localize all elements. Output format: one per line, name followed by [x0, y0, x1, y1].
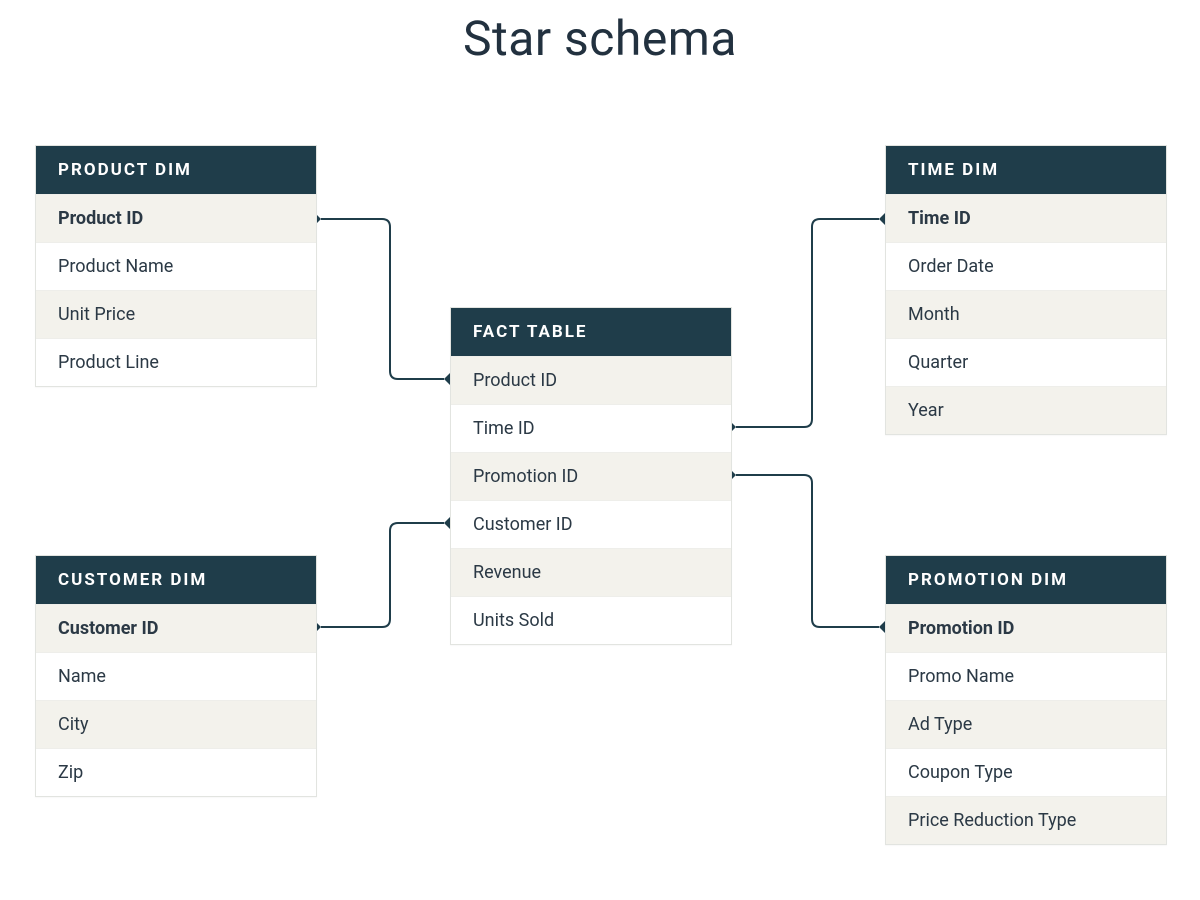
table-row: City: [36, 700, 316, 748]
diagram-canvas: Star schema PRODUCT DIM Product ID Produ…: [0, 0, 1200, 900]
table-header: PRODUCT DIM: [36, 146, 316, 194]
table-row: Time ID: [886, 194, 1166, 242]
table-row: Name: [36, 652, 316, 700]
table-row: Ad Type: [886, 700, 1166, 748]
table-customer-dim: CUSTOMER DIM Customer ID Name City Zip: [35, 555, 317, 797]
table-row: Promo Name: [886, 652, 1166, 700]
table-row: Product Line: [36, 338, 316, 386]
table-row: Revenue: [451, 548, 731, 596]
table-row: Promotion ID: [886, 604, 1166, 652]
diagram-title: Star schema: [0, 10, 1200, 67]
table-row: Zip: [36, 748, 316, 796]
table-row: Product Name: [36, 242, 316, 290]
table-row: Customer ID: [451, 500, 731, 548]
table-header: TIME DIM: [886, 146, 1166, 194]
table-row: Year: [886, 386, 1166, 434]
table-row: Promotion ID: [451, 452, 731, 500]
table-row: Order Date: [886, 242, 1166, 290]
table-row: Time ID: [451, 404, 731, 452]
table-row: Price Reduction Type: [886, 796, 1166, 844]
table-row: Month: [886, 290, 1166, 338]
table-row: Customer ID: [36, 604, 316, 652]
table-row: Units Sold: [451, 596, 731, 644]
table-header: FACT TABLE: [451, 308, 731, 356]
table-product-dim: PRODUCT DIM Product ID Product Name Unit…: [35, 145, 317, 387]
table-time-dim: TIME DIM Time ID Order Date Month Quarte…: [885, 145, 1167, 435]
table-row: Quarter: [886, 338, 1166, 386]
table-row: Product ID: [451, 356, 731, 404]
table-row: Coupon Type: [886, 748, 1166, 796]
table-header: PROMOTION DIM: [886, 556, 1166, 604]
table-row: Unit Price: [36, 290, 316, 338]
table-promotion-dim: PROMOTION DIM Promotion ID Promo Name Ad…: [885, 555, 1167, 845]
table-fact: FACT TABLE Product ID Time ID Promotion …: [450, 307, 732, 645]
table-row: Product ID: [36, 194, 316, 242]
table-header: CUSTOMER DIM: [36, 556, 316, 604]
